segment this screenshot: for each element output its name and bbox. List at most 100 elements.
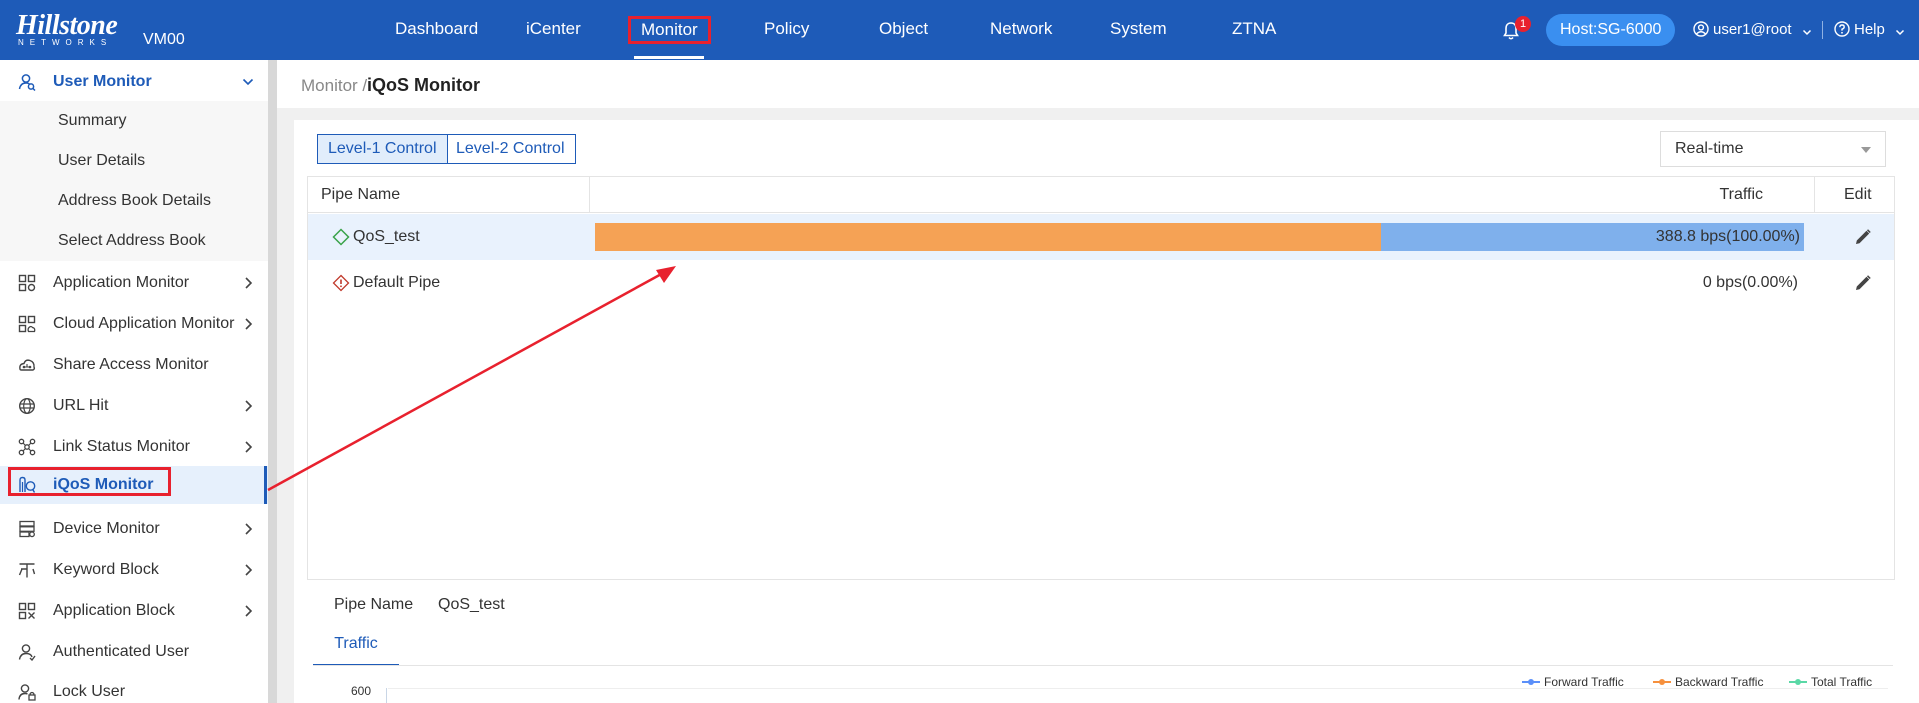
user-menu[interactable]: user1@root (1693, 21, 1816, 38)
annotation-highlight-iqos (8, 467, 171, 496)
sidebar: User Monitor Summary User Details Addres… (0, 60, 268, 703)
period-select[interactable]: Real-time (1660, 131, 1886, 167)
sidebar-item-label: Cloud Application Monitor (53, 315, 235, 332)
sidebar-group-user-monitor[interactable]: User Monitor (0, 64, 268, 100)
sidebar-active-indicator (264, 466, 267, 504)
edit-pencil-icon[interactable] (1854, 228, 1872, 246)
breadcrumb: Monitor / iQoS Monitor (277, 60, 1919, 108)
sidebar-item-authenticated-user[interactable]: Authenticated User (0, 634, 268, 670)
sidebar-item-keyword-block[interactable]: Keyword Block (0, 552, 268, 588)
column-separator (1814, 177, 1815, 213)
top-navigation-bar: Hillstone NETWORKS VM00 Dashboard iCente… (0, 0, 1919, 60)
table-row[interactable]: Default Pipe 0 bps(0.00%) (308, 260, 1894, 306)
page-title: iQoS Monitor (367, 75, 480, 95)
legend-item-total-traffic[interactable]: Total Traffic (1789, 675, 1872, 689)
chevron-right-icon (245, 400, 253, 412)
nav-icenter[interactable]: iCenter (526, 19, 581, 39)
sidebar-item-application-monitor[interactable]: Application Monitor (0, 265, 268, 301)
help-label: Help (1854, 21, 1885, 38)
table-row[interactable]: QoS_test 388.8 bps(100.00%) (308, 214, 1894, 260)
nav-system[interactable]: System (1110, 19, 1167, 39)
host-button[interactable]: Host:SG-6000 (1546, 14, 1676, 46)
sidebar-item-lock-user[interactable]: Lock User (0, 674, 268, 703)
server-icon (19, 520, 35, 538)
sidebar-scrollbar[interactable] (268, 60, 277, 703)
user-monitor-icon (18, 74, 36, 91)
traffic-bar: 388.8 bps(100.00%) (595, 223, 1804, 251)
sidebar-item-label: Summary (58, 112, 127, 129)
nav-ztna[interactable]: ZTNA (1232, 19, 1276, 39)
sidebar-item-label: Application Block (53, 602, 175, 619)
nav-object[interactable]: Object (879, 19, 928, 39)
legend-marker (1653, 677, 1671, 687)
sidebar-item-label: Link Status Monitor (53, 438, 190, 455)
chevron-down-icon (1896, 29, 1905, 36)
sidebar-item-label: User Details (58, 152, 146, 169)
user-avatar-icon (1693, 21, 1709, 37)
sidebar-item-cloud-application-monitor[interactable]: Cloud Application Monitor (0, 306, 268, 342)
application-grid-icon (18, 274, 36, 292)
sidebar-item-address-book-details[interactable]: Address Book Details (0, 181, 268, 221)
brand-logo-subtitle: NETWORKS (18, 38, 113, 47)
nav-network[interactable]: Network (990, 19, 1052, 39)
application-block-icon (18, 602, 36, 620)
legend-label: Forward Traffic (1544, 675, 1624, 689)
sidebar-item-label: Application Monitor (53, 274, 190, 291)
sidebar-item-url-hit[interactable]: URL Hit (0, 388, 268, 424)
column-header-pipe-name: Pipe Name (321, 186, 401, 203)
sidebar-item-summary[interactable]: Summary (0, 101, 268, 141)
sidebar-item-label: Keyword Block (53, 561, 159, 578)
column-header-edit: Edit (1844, 186, 1872, 203)
sidebar-item-application-block[interactable]: Application Block (0, 593, 268, 629)
sidebar-group-label: User Monitor (53, 73, 152, 90)
sidebar-item-label: URL Hit (53, 397, 109, 414)
breadcrumb-parent[interactable]: Monitor / (301, 76, 367, 96)
legend-label: Total Traffic (1811, 675, 1873, 689)
nav-monitor[interactable]: Monitor (628, 16, 711, 44)
chevron-right-icon (245, 564, 253, 576)
device-name: VM00 (143, 31, 185, 48)
nav-dashboard[interactable]: Dashboard (395, 19, 478, 39)
chevron-right-icon (245, 277, 253, 289)
authenticated-user-icon (18, 644, 36, 661)
sidebar-item-label: Share Access Monitor (53, 356, 209, 373)
level-2-control-tab[interactable]: Level-2 Control (446, 134, 576, 164)
level-1-control-tab[interactable]: Level-1 Control (317, 134, 448, 164)
legend-marker (1789, 677, 1807, 687)
sidebar-item-device-monitor[interactable]: Device Monitor (0, 511, 268, 547)
column-header-traffic: Traffic (1719, 186, 1763, 203)
lock-user-icon (18, 684, 36, 701)
traffic-value: 0 bps(0.00%) (1702, 274, 1798, 291)
sidebar-item-user-details[interactable]: User Details (0, 141, 268, 181)
help-menu[interactable]: Help (1834, 21, 1909, 38)
chevron-down-icon (1802, 29, 1811, 36)
pipe-name[interactable]: QoS_test (353, 228, 420, 246)
chart-y-axis (386, 688, 387, 703)
caret-down-icon (1861, 147, 1871, 153)
legend-label: Backward Traffic (1675, 675, 1764, 689)
chevron-right-icon (245, 605, 253, 617)
help-icon (1834, 21, 1850, 37)
pipe-name[interactable]: Default Pipe (353, 274, 440, 292)
link-topology-icon (18, 438, 36, 456)
tab-divider (313, 665, 1893, 666)
chevron-down-icon (242, 78, 254, 86)
period-select-value: Real-time (1675, 140, 1744, 157)
tab-traffic[interactable]: Traffic (313, 626, 399, 666)
edit-pencil-icon[interactable] (1854, 274, 1872, 292)
sidebar-item-select-address-book[interactable]: Select Address Book (0, 221, 268, 261)
sidebar-item-label: Device Monitor (53, 520, 160, 537)
legend-item-backward-traffic[interactable]: Backward Traffic (1653, 675, 1763, 689)
share-access-icon (19, 359, 36, 371)
nav-policy[interactable]: Policy (764, 19, 809, 39)
sidebar-item-link-status-monitor[interactable]: Link Status Monitor (0, 429, 268, 465)
topbar-divider (1822, 21, 1823, 39)
user-name: user1@root (1713, 21, 1792, 38)
table-header: Pipe Name Traffic Edit (308, 177, 1894, 213)
chart-y-tick: 600 (351, 684, 372, 698)
legend-item-forward-traffic[interactable]: Forward Traffic (1522, 675, 1624, 689)
sidebar-item-share-access-monitor[interactable]: Share Access Monitor (0, 347, 268, 383)
keyword-block-icon (18, 563, 36, 578)
detail-pipe-name-value: QoS_test (438, 596, 505, 613)
chevron-right-icon (245, 318, 253, 330)
